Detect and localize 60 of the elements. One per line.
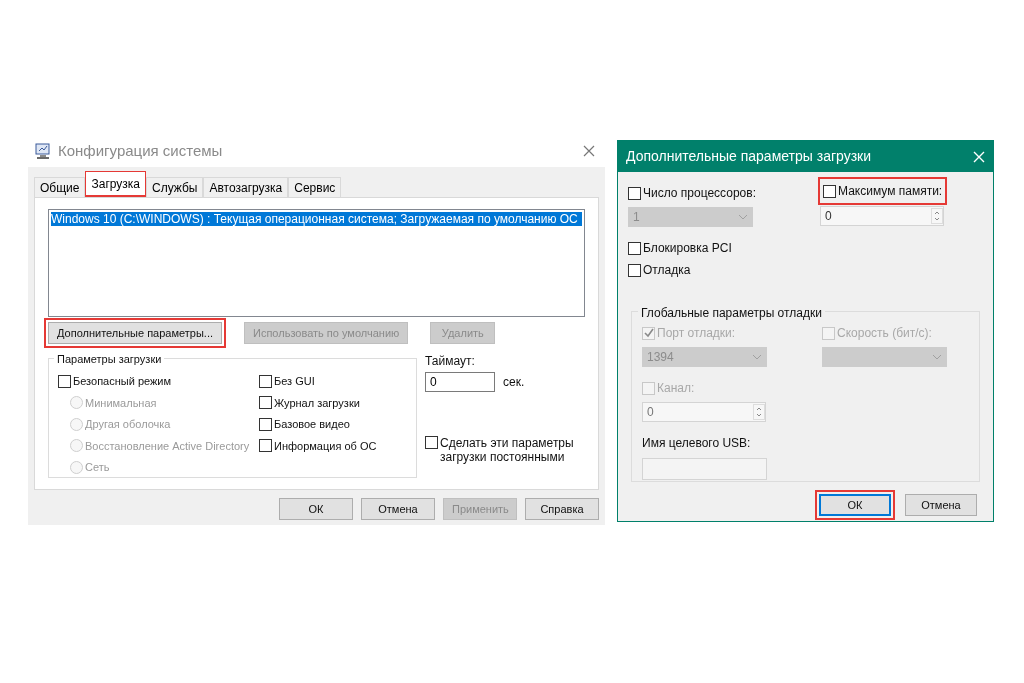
checkbox[interactable] <box>58 374 71 388</box>
field-label: Имя целевого USB: <box>642 435 752 452</box>
checkbox-label: Информация об ОС <box>274 438 377 454</box>
checkbox-label: Порт отладки: <box>657 325 736 342</box>
spin-arrows-icon <box>753 404 765 420</box>
checkbox-label: Базовое видео <box>274 417 350 432</box>
dialog-button[interactable]: Отмена <box>361 498 435 520</box>
spin-arrows-icon <box>931 208 943 224</box>
chevron-icon <box>932 354 942 360</box>
checkbox[interactable] <box>259 439 272 453</box>
spin-field[interactable]: 0 <box>820 206 944 226</box>
spin-value: 0 <box>824 208 833 225</box>
checkbox[interactable] <box>259 374 272 388</box>
spin-value: 0 <box>646 404 655 421</box>
checkbox-label: Максимум памяти: <box>838 183 943 200</box>
timeout-label: Таймаут: <box>425 353 476 370</box>
checkbox-label: Скорость (бит/с): <box>837 325 932 342</box>
checkbox-label: Без GUI <box>274 374 315 389</box>
radio-label: Минимальная <box>85 395 157 411</box>
dialog-button[interactable]: Дополнительные параметры... <box>48 322 222 344</box>
dialog-button[interactable]: Справка <box>525 498 599 520</box>
dialog-button[interactable]: Отмена <box>905 494 977 516</box>
chevron-icon <box>738 214 748 220</box>
tab[interactable]: Общие <box>34 177 86 197</box>
dialog-button[interactable]: ОК <box>279 498 353 520</box>
checkbox-label: Блокировка PCI <box>643 240 732 257</box>
checkbox-label: Сделать эти параметры загрузки постоянными <box>440 436 575 464</box>
checkbox[interactable] <box>259 396 272 410</box>
checkbox-label: Канал: <box>657 380 695 397</box>
checkbox[interactable] <box>823 184 836 198</box>
unit-label: сек. <box>503 374 525 391</box>
radio-label: Другая оболочка <box>85 417 171 432</box>
chevron-icon <box>752 354 762 360</box>
dropdown-value: 1394 <box>647 349 674 366</box>
dropdown-value: 1 <box>633 209 640 226</box>
close-icon[interactable] <box>583 145 595 157</box>
window-title: Конфигурация системы <box>58 140 224 161</box>
spin-field[interactable]: 0 <box>642 402 766 422</box>
checkbox[interactable] <box>259 417 272 431</box>
checkbox-label: Число процессоров: <box>643 185 756 202</box>
checkbox-label: Безопасный режим <box>73 374 172 389</box>
check-icon <box>643 328 654 338</box>
checkbox[interactable] <box>628 241 641 255</box>
tab[interactable]: Автозагрузка <box>203 177 289 197</box>
list-item[interactable]: Windows 10 (C:\WINDOWS) : Текущая операционная система; Загружаемая по умолчанию ОС <box>51 212 582 226</box>
checkbox[interactable] <box>425 436 438 449</box>
tab[interactable]: Службы <box>146 177 204 197</box>
checkbox[interactable] <box>628 263 641 277</box>
tab[interactable]: Сервис <box>288 177 342 197</box>
tab[interactable]: Загрузка <box>85 171 146 197</box>
radio-label: Сеть <box>85 460 110 475</box>
dialog-button[interactable]: ОК <box>819 494 891 516</box>
timeout-field[interactable]: 0 <box>425 372 495 392</box>
radio-label: Восстановление Active Directory <box>85 438 250 454</box>
checkbox-label: Журнал загрузки <box>274 395 360 411</box>
checkbox-label: Отладка <box>643 262 691 279</box>
computer-icon <box>34 142 52 160</box>
input-field[interactable] <box>642 458 767 480</box>
window-title: Дополнительные параметры загрузки <box>626 147 873 166</box>
group-title: Глобальные параметры отладки <box>638 304 825 322</box>
